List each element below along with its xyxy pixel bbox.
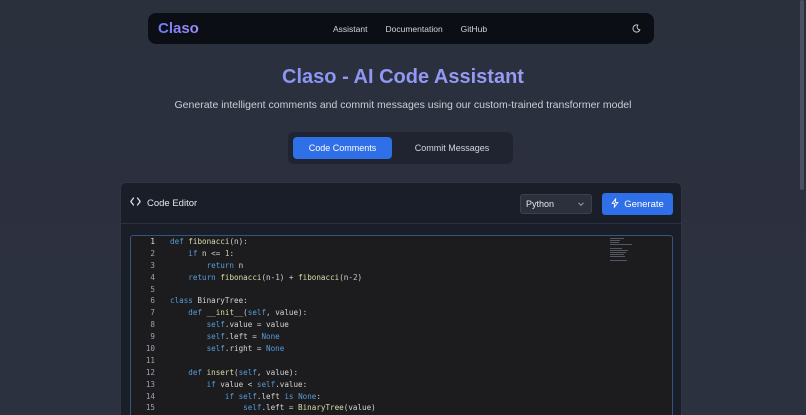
- line-number: 14: [145, 391, 155, 401]
- line-number: 9: [150, 332, 155, 342]
- language-value: Python: [526, 199, 555, 209]
- nav-links: Assistant Documentation GitHub: [333, 13, 487, 44]
- tab-commit-messages[interactable]: Commit Messages: [398, 137, 506, 159]
- code-line: 6 class BinaryTree:: [131, 295, 672, 307]
- code-editor-card: Code Editor Python Generate 1 def fibona…: [120, 182, 682, 415]
- code-line: 9 self.left = None: [131, 331, 672, 343]
- code-line: 3 return n: [131, 260, 672, 272]
- page-scrollbar[interactable]: [800, 0, 804, 190]
- brand-logo[interactable]: Claso: [158, 20, 199, 37]
- code-text: def insert(self, value):: [188, 367, 299, 377]
- page-title: Claso - AI Code Assistant: [0, 66, 806, 89]
- lightning-icon: [611, 197, 619, 211]
- line-number: 3: [150, 260, 155, 270]
- line-number: 4: [150, 272, 155, 282]
- chevron-down-icon: [577, 200, 585, 210]
- line-number: 11: [145, 355, 155, 365]
- code-line: 12 def insert(self, value):: [131, 367, 672, 379]
- code-line: 7 def __init__(self, value):: [131, 307, 672, 319]
- card-header: Code Editor Python Generate: [121, 183, 681, 224]
- code-text: return fibonacci(n-1) + fibonacci(n-2): [188, 272, 363, 282]
- mode-tabs: Code Comments Commit Messages: [288, 132, 513, 164]
- code-text: class BinaryTree:: [170, 296, 248, 306]
- code-text: self.left = BinaryTree(value): [243, 403, 376, 413]
- code-text: return n: [206, 260, 244, 270]
- code-line: 10 self.right = None: [131, 343, 672, 355]
- moon-icon[interactable]: [630, 22, 642, 34]
- line-number: 12: [145, 367, 155, 377]
- code-text: def __init__(self, value):: [188, 308, 308, 318]
- language-select[interactable]: Python: [520, 194, 592, 214]
- code-line: 2 if n <= 1:: [131, 248, 672, 260]
- line-number: 1: [150, 237, 155, 246]
- code-line: 14 if self.left is None:: [131, 391, 672, 403]
- code-line: 13 if value < self.value:: [131, 379, 672, 391]
- code-input[interactable]: 1 def fibonacci(n): 2 if n <= 1: 3 return n…: [130, 235, 673, 415]
- nav-link-github[interactable]: GitHub: [461, 24, 487, 34]
- code-line: 11: [131, 355, 672, 367]
- code-text: def fibonacci(n):: [170, 237, 248, 246]
- line-number: 10: [145, 344, 155, 354]
- code-text: self.value = value: [206, 320, 289, 330]
- page-subtitle: Generate intelligent comments and commit…: [174, 99, 632, 111]
- code-line: 8 self.value = value: [131, 319, 672, 331]
- line-number: 13: [145, 379, 155, 389]
- code-brackets-icon: [130, 197, 141, 209]
- line-number: 7: [150, 308, 155, 318]
- tab-code-comments[interactable]: Code Comments: [293, 137, 392, 159]
- editor-title: Code Editor: [147, 197, 198, 209]
- line-number: 8: [150, 320, 155, 330]
- editor-label: Code Editor: [130, 197, 197, 209]
- nav-link-assistant[interactable]: Assistant: [333, 24, 368, 34]
- code-line: 5: [131, 284, 672, 296]
- code-text: self.left = None: [206, 332, 280, 342]
- page: Claso Assistant Documentation GitHub Cla…: [0, 0, 806, 415]
- code-text: self.right = None: [206, 344, 285, 354]
- generate-button[interactable]: Generate: [602, 193, 673, 215]
- code-text: if value < self.value:: [206, 379, 308, 389]
- code-line: 1 def fibonacci(n):: [131, 236, 672, 248]
- code-text: if self.left is None:: [224, 391, 321, 401]
- nav-link-documentation[interactable]: Documentation: [386, 24, 443, 34]
- line-number: 2: [150, 248, 155, 258]
- line-number: 15: [145, 403, 155, 413]
- line-number: 6: [150, 296, 155, 306]
- navbar: Claso Assistant Documentation GitHub: [148, 13, 654, 44]
- code-line: 15 self.left = BinaryTree(value): [131, 402, 672, 414]
- line-number: 5: [150, 284, 155, 294]
- code-line: 4 return fibonacci(n-1) + fibonacci(n-2): [131, 272, 672, 284]
- code-text: if n <= 1:: [188, 248, 235, 258]
- code-lines: 1 def fibonacci(n): 2 if n <= 1: 3 return n…: [131, 236, 672, 414]
- generate-label: Generate: [624, 198, 664, 210]
- code-minimap[interactable]: [610, 238, 640, 266]
